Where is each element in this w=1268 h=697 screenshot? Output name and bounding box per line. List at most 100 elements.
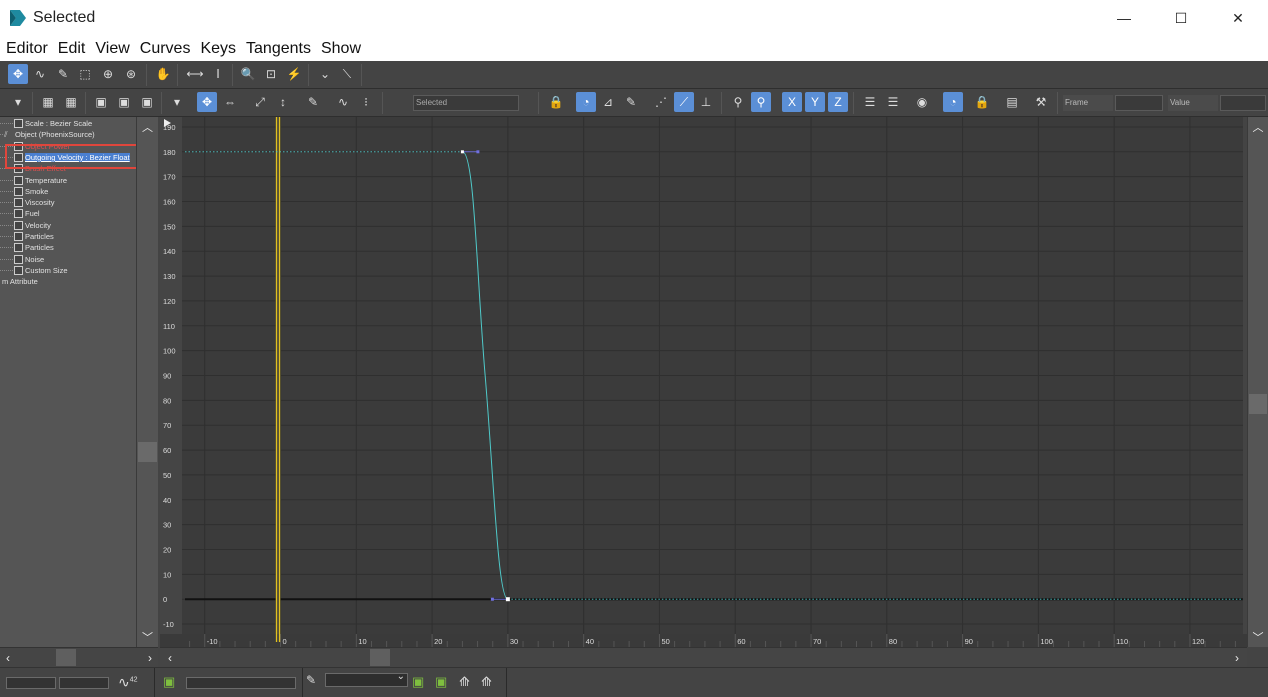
tree-vertical-scrollbar[interactable]: ︿ ﹀ bbox=[136, 117, 158, 647]
show-tangents-icon[interactable]: ⊿ bbox=[598, 92, 618, 112]
record-icon[interactable]: ◉ bbox=[912, 92, 932, 112]
menu-editor[interactable]: Editor bbox=[6, 40, 48, 58]
reduce-keys-icon[interactable]: ⁝ bbox=[356, 92, 376, 112]
scroll-down-icon[interactable]: ﹀ bbox=[1248, 629, 1268, 645]
move-icon[interactable]: ✥ bbox=[197, 92, 217, 112]
scroll-thumb[interactable] bbox=[370, 649, 390, 666]
tree-item[interactable]: Noise bbox=[0, 254, 44, 265]
menu-show[interactable]: Show bbox=[321, 40, 361, 58]
menu-view[interactable]: View bbox=[95, 40, 129, 58]
slide-keys-icon[interactable]: ⇔ bbox=[220, 92, 240, 112]
snap-icon[interactable]: ◔ bbox=[943, 92, 963, 112]
show-keys-icon[interactable]: ▦ bbox=[38, 92, 58, 112]
draw-curves-icon[interactable]: ∿ bbox=[333, 92, 353, 112]
frame-value-icon[interactable]: Ⅰ bbox=[208, 64, 228, 84]
key-tool-2-icon[interactable]: ⟰ bbox=[481, 674, 492, 690]
lock-selection-icon[interactable]: 🔒 bbox=[546, 92, 566, 112]
graph-vertical-scrollbar[interactable]: ︿ ﹀ bbox=[1247, 117, 1268, 647]
tangent-auto-icon[interactable]: ⋰ bbox=[651, 92, 671, 112]
frame-all-icon[interactable]: ▣ bbox=[435, 674, 447, 690]
frame-input[interactable] bbox=[1115, 95, 1163, 111]
frame-key-icon[interactable]: ▣ bbox=[412, 674, 424, 690]
scroll-left-icon[interactable]: ‹ bbox=[0, 648, 16, 667]
biped-x-icon[interactable]: X bbox=[782, 92, 802, 112]
scroll-right-icon[interactable]: › bbox=[142, 648, 158, 667]
sketch-keys-icon[interactable]: ∿ bbox=[30, 64, 50, 84]
pan-hand-icon[interactable]: ✋ bbox=[153, 64, 173, 84]
filters-icon[interactable]: ▾ bbox=[8, 92, 28, 112]
frame-horizontal-icon[interactable]: ⟷ bbox=[185, 64, 205, 84]
tree-item[interactable]: Scale : Bezier Scale bbox=[0, 118, 92, 129]
tree-item[interactable]: Velocity bbox=[0, 220, 51, 231]
graph-horizontal-scrollbar[interactable]: ‹ › bbox=[160, 647, 1247, 667]
lock-icon[interactable]: 🔒 bbox=[972, 92, 992, 112]
properties-icon[interactable]: ▤ bbox=[1002, 92, 1022, 112]
region-select-icon[interactable]: ⬚ bbox=[75, 64, 95, 84]
key-stats-icon[interactable]: ▣ bbox=[163, 674, 175, 690]
show-biped-icon[interactable]: ✎ bbox=[621, 92, 641, 112]
menu-keys[interactable]: Keys bbox=[200, 40, 236, 58]
scroll-right-icon[interactable]: › bbox=[1229, 648, 1245, 667]
close-button[interactable]: ✕ bbox=[1215, 0, 1261, 36]
filter-icon[interactable]: ▾ bbox=[167, 92, 187, 112]
add-keys-icon[interactable]: ✎ bbox=[303, 92, 323, 112]
tree-item[interactable]: Viscosity bbox=[0, 197, 54, 208]
curve-linear-icon[interactable]: ⟍ bbox=[337, 64, 357, 84]
hammer-icon[interactable]: ⚒ bbox=[1031, 92, 1051, 112]
add-key-icon[interactable]: ▣ bbox=[91, 92, 111, 112]
tangent-custom-icon[interactable]: ⟋ bbox=[674, 92, 694, 112]
menu-curves[interactable]: Curves bbox=[140, 40, 191, 58]
minimize-button[interactable]: — bbox=[1101, 0, 1147, 36]
key-dropdown[interactable]: ⌄ bbox=[325, 671, 408, 687]
tree-item[interactable]: ⫽ Object (PhoenixSource) bbox=[0, 129, 95, 140]
tree-horizontal-scrollbar[interactable]: ‹ › bbox=[0, 647, 158, 667]
copy-keys-icon[interactable]: ▣ bbox=[114, 92, 134, 112]
status-field-2[interactable] bbox=[59, 677, 109, 689]
snap-frames-icon[interactable]: ◔ bbox=[576, 92, 596, 112]
zoom-curve-icon[interactable]: ∿42 bbox=[118, 674, 138, 691]
status-field-1[interactable] bbox=[6, 677, 56, 689]
scroll-thumb[interactable] bbox=[1249, 394, 1267, 414]
biped-z-icon[interactable]: Z bbox=[828, 92, 848, 112]
tree-item[interactable]: Particles bbox=[0, 231, 54, 242]
scale-keys-icon[interactable]: ⤢ bbox=[250, 92, 270, 112]
retime-all-icon[interactable]: ⊛ bbox=[121, 64, 141, 84]
biped-y-icon[interactable]: Y bbox=[805, 92, 825, 112]
isolate-curve-icon[interactable]: ⚡ bbox=[284, 64, 304, 84]
biped-rot-icon[interactable]: ⚲ bbox=[751, 92, 771, 112]
tangent-step-icon[interactable]: ⊥ bbox=[696, 92, 716, 112]
edit-key-icon[interactable]: ✎ bbox=[306, 673, 316, 687]
tree-item[interactable]: Temperature bbox=[0, 175, 67, 186]
curve-red-icon[interactable]: ⌄ bbox=[315, 64, 335, 84]
paste-keys-icon[interactable]: ▣ bbox=[137, 92, 157, 112]
scroll-thumb[interactable] bbox=[56, 649, 76, 666]
maximize-button[interactable]: ☐ bbox=[1158, 0, 1204, 36]
biped-pos-icon[interactable]: ⚲ bbox=[728, 92, 748, 112]
menu-edit[interactable]: Edit bbox=[58, 40, 86, 58]
scroll-left-icon[interactable]: ‹ bbox=[162, 648, 178, 667]
tree-item[interactable]: Custom Size bbox=[0, 265, 68, 276]
scroll-thumb[interactable] bbox=[138, 442, 157, 462]
move-keys-icon[interactable]: ✥ bbox=[8, 64, 28, 84]
list-icon[interactable]: ☰ bbox=[860, 92, 880, 112]
scale-values-icon[interactable]: ↕ bbox=[273, 92, 293, 112]
zoom-region-icon[interactable]: ⊡ bbox=[261, 64, 281, 84]
menu-tangents[interactable]: Tangents bbox=[246, 40, 311, 58]
retime-icon[interactable]: ⊕ bbox=[98, 64, 118, 84]
status-input[interactable] bbox=[186, 677, 296, 689]
tree-item[interactable]: Smoke bbox=[0, 186, 48, 197]
show-all-keys-icon[interactable]: ▦ bbox=[61, 92, 81, 112]
selection-field[interactable]: Selected bbox=[413, 95, 519, 111]
tree-item[interactable]: Fuel bbox=[0, 208, 40, 219]
insert-key-icon[interactable]: ✎ bbox=[53, 64, 73, 84]
curve-plot[interactable]: 1901801701601501401301201101009080706050… bbox=[160, 117, 1247, 647]
delete-list-icon[interactable]: ☰ bbox=[883, 92, 903, 112]
key-tool-icon[interactable]: ⟰ bbox=[459, 674, 470, 690]
scroll-up-icon[interactable]: ︿ bbox=[137, 119, 158, 135]
zoom-icon[interactable]: 🔍 bbox=[238, 64, 258, 84]
tree-item[interactable]: Particles bbox=[0, 242, 54, 253]
value-input[interactable] bbox=[1220, 95, 1266, 111]
scroll-up-icon[interactable]: ︿ bbox=[1248, 119, 1268, 135]
curve-graph[interactable]: 190 180 170 160 150 140 130 120 110 100 90 80 70 60 50… bbox=[160, 117, 1247, 647]
scroll-down-icon[interactable]: ﹀ bbox=[137, 629, 158, 645]
